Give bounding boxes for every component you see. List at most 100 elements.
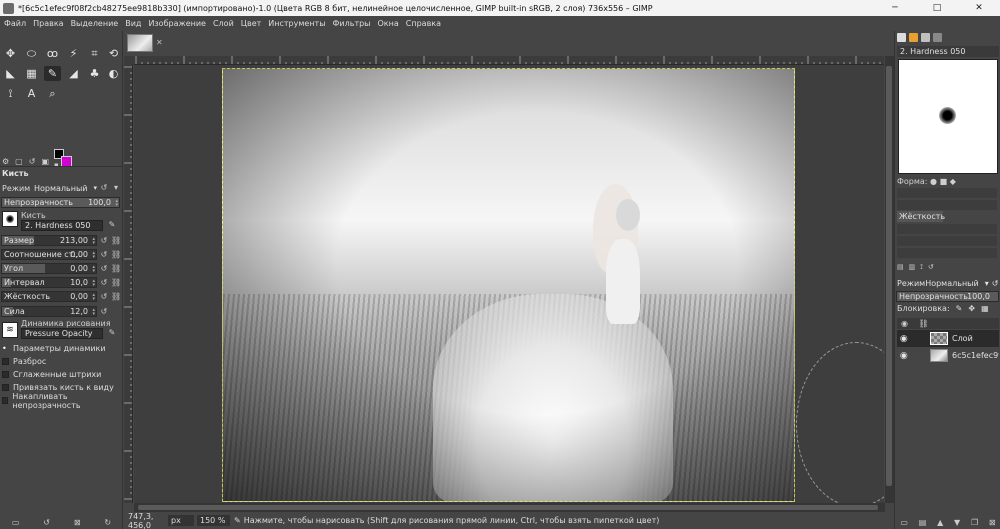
smudge-tool-icon[interactable]: ◐: [105, 66, 122, 81]
zoom-select[interactable]: 150 %: [197, 515, 230, 526]
hardness-slider[interactable]: Жёсткость 0,00 ▴ ▾: [1, 291, 97, 302]
move-tool-icon[interactable]: ✥: [2, 46, 19, 61]
lower-layer-icon[interactable]: ▼: [954, 518, 960, 527]
incremental-checkbox[interactable]: Накапливать непрозрачность: [2, 392, 122, 410]
force-slider[interactable]: Сила 12,0 ▴ ▾: [1, 306, 97, 317]
reset-force-icon[interactable]: ↺: [99, 307, 109, 317]
undo-history-tab-icon[interactable]: ↺: [29, 157, 36, 166]
reset-size-icon[interactable]: ↺: [99, 236, 109, 246]
zoom-tool-icon[interactable]: ⌕: [44, 86, 61, 101]
ellipse-select-tool-icon[interactable]: ⬭: [23, 46, 40, 61]
brush-preview[interactable]: [898, 59, 998, 174]
brush-thumbnail[interactable]: [2, 211, 18, 227]
link-aspect-icon[interactable]: ⛓: [111, 250, 121, 260]
layer-name[interactable]: Слой: [952, 334, 999, 343]
minimize-button[interactable]: ─: [874, 3, 916, 13]
clone-tool-icon[interactable]: ♣: [86, 66, 103, 81]
reset-spacing-icon[interactable]: ↺: [99, 278, 109, 288]
delete-options-icon[interactable]: ⊠: [74, 518, 81, 527]
smooth-checkbox[interactable]: Сглаженные штрихи: [2, 369, 101, 380]
vertical-ruler[interactable]: [124, 65, 133, 503]
reset-layer-mode-icon[interactable]: ↺: [992, 279, 999, 288]
duplicate-layer-icon[interactable]: ❐: [971, 518, 978, 527]
gradients-tab-icon[interactable]: [933, 33, 942, 42]
paths-tab-icon[interactable]: ⟟: [920, 263, 923, 272]
fonts-tab-icon[interactable]: [921, 33, 930, 42]
layer-opacity-slider[interactable]: Непрозрачность 100,0: [896, 291, 999, 302]
bucket-fill-tool-icon[interactable]: ◣: [2, 66, 19, 81]
edit-dynamics-icon[interactable]: ✎: [107, 328, 117, 338]
gradient-tool-icon[interactable]: ▦: [23, 66, 40, 81]
text-tool-icon[interactable]: A: [23, 86, 40, 101]
image-tab-thumbnail[interactable]: [127, 34, 153, 52]
lock-pixels-icon[interactable]: ✎: [956, 304, 963, 313]
close-image-icon[interactable]: ✕: [156, 38, 163, 47]
undo-tab-icon[interactable]: ↺: [928, 263, 934, 271]
brush-angle-slider[interactable]: [897, 236, 997, 246]
paths-tool-icon[interactable]: ⟟: [2, 86, 19, 101]
delete-layer-icon[interactable]: ⊠: [989, 518, 996, 527]
image-canvas[interactable]: [222, 68, 795, 502]
spikes-slider[interactable]: [897, 200, 997, 210]
fuzzy-select-tool-icon[interactable]: ⚡: [65, 46, 82, 61]
size-slider[interactable]: Размер 213,00 ▴ ▾: [1, 235, 97, 246]
brush-name-field[interactable]: 2. Hardness 050: [21, 220, 103, 231]
restore-options-icon[interactable]: ↺: [43, 518, 50, 527]
raise-layer-icon[interactable]: ▲: [937, 518, 943, 527]
menu-edit[interactable]: Правка: [33, 19, 63, 28]
shape-circle-icon[interactable]: ●: [930, 177, 937, 186]
shape-diamond-icon[interactable]: ◆: [950, 177, 956, 186]
menu-tools[interactable]: Инструменты: [268, 19, 325, 28]
menu-view[interactable]: Вид: [125, 19, 141, 28]
brushes-tab-icon[interactable]: [897, 33, 906, 42]
crop-tool-icon[interactable]: ⌗: [86, 46, 103, 61]
brush-spacing-slider[interactable]: [897, 248, 997, 258]
jitter-checkbox[interactable]: Разброс: [2, 356, 46, 367]
layer-name[interactable]: 6c5c1efec9f0: [952, 351, 999, 360]
chevron-down-icon[interactable]: ▾: [985, 279, 989, 288]
canvas-area[interactable]: [134, 65, 884, 503]
aspect-ratio-slider[interactable]: [897, 224, 997, 234]
shape-square-icon[interactable]: ■: [940, 177, 948, 186]
reset-aspect-icon[interactable]: ↺: [99, 250, 109, 260]
lock-alpha-icon[interactable]: ▦: [981, 304, 989, 313]
layer-row[interactable]: ◉ 6c5c1efec9f0: [897, 347, 999, 364]
horizontal-scroll-thumb[interactable]: [138, 505, 878, 510]
menu-layer[interactable]: Слой: [213, 19, 234, 28]
dynamics-thumbnail[interactable]: ≋: [2, 322, 18, 338]
reset-hardness-icon[interactable]: ↺: [99, 292, 109, 302]
menu-color[interactable]: Цвет: [241, 19, 262, 28]
vertical-scrollbar[interactable]: [885, 56, 894, 503]
menu-help[interactable]: Справка: [406, 19, 441, 28]
patterns-tab-icon[interactable]: [909, 33, 918, 42]
eye-icon[interactable]: ◉: [897, 351, 911, 361]
menu-windows[interactable]: Окна: [378, 19, 399, 28]
link-spacing-icon[interactable]: ⛓: [111, 278, 121, 288]
layer-row[interactable]: ◉ Слой: [897, 330, 999, 347]
menu-select[interactable]: Выделение: [71, 19, 119, 28]
reset-mode-icon[interactable]: ↺: [99, 183, 109, 193]
horizontal-scrollbar[interactable]: [134, 503, 885, 512]
channels-tab-icon[interactable]: ▥: [909, 263, 916, 271]
save-options-icon[interactable]: ▭: [12, 518, 20, 527]
images-tab-icon[interactable]: ▣: [41, 157, 49, 166]
new-group-icon[interactable]: ▤: [919, 518, 927, 527]
maximize-button[interactable]: □: [916, 3, 958, 13]
eraser-tool-icon[interactable]: ◢: [65, 66, 82, 81]
paintbrush-tool-icon[interactable]: ✎: [44, 66, 61, 81]
lasso-tool-icon[interactable]: ꝏ: [44, 46, 61, 61]
dynamics-params-expander[interactable]: • Параметры динамики: [2, 343, 106, 354]
vertical-scroll-thumb[interactable]: [886, 66, 892, 486]
mode-select[interactable]: Нормальный ▾: [34, 183, 97, 194]
new-layer-icon[interactable]: ▭: [900, 518, 908, 527]
tool-options-tab-icon[interactable]: ⚙: [2, 157, 9, 166]
menu-filters[interactable]: Фильтры: [333, 19, 371, 28]
reset-options-icon[interactable]: ↻: [104, 518, 111, 527]
radius-slider[interactable]: [897, 188, 997, 198]
close-button[interactable]: ✕: [958, 3, 1000, 13]
unit-select[interactable]: px: [168, 515, 194, 526]
reset-angle-icon[interactable]: ↺: [99, 264, 109, 274]
spacing-slider[interactable]: Интервал 10,0 ▴ ▾: [1, 277, 97, 288]
menu-image[interactable]: Изображение: [148, 19, 206, 28]
eye-icon[interactable]: ◉: [897, 334, 911, 344]
